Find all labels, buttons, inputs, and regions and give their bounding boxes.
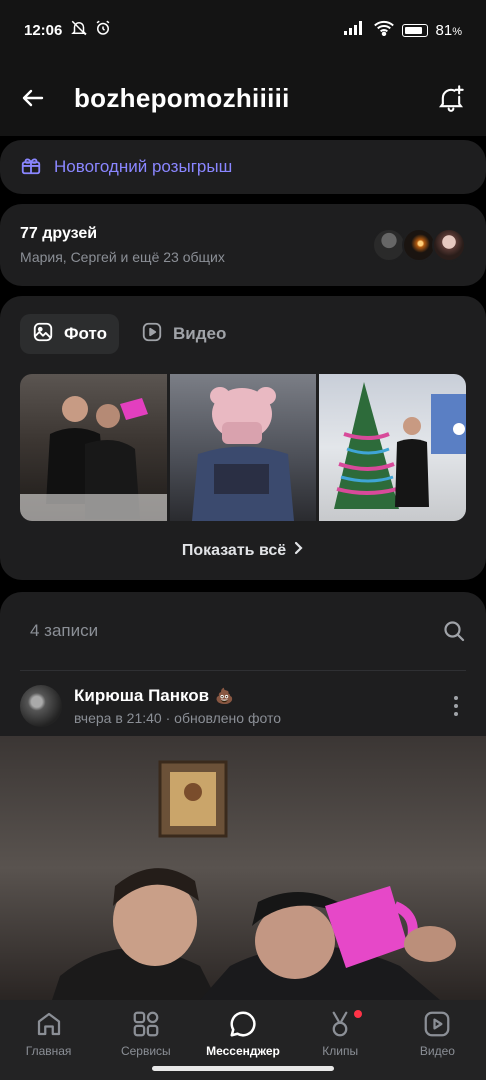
- video-icon: [421, 1008, 453, 1040]
- add-friend-bell-icon[interactable]: [436, 83, 466, 113]
- avatar: [372, 228, 406, 262]
- search-icon[interactable]: [442, 619, 466, 643]
- chevron-right-icon: [294, 541, 304, 560]
- show-all-label: Показать всё: [181, 541, 287, 559]
- photo-thumbnail[interactable]: [319, 374, 466, 521]
- post-timestamp: вчера в 21:40 · обновлено фото: [74, 710, 281, 726]
- posts-count: 4 записи: [30, 621, 99, 640]
- giveaway-banner[interactable]: Новогодний розыгрыш: [0, 140, 486, 194]
- media-card: Фото Видео Показать всё: [0, 296, 486, 580]
- friends-card[interactable]: 77 друзей Мария, Сергей и ещё 23 общих: [0, 204, 486, 286]
- photo-grid: [20, 374, 466, 521]
- avatar[interactable]: [20, 685, 62, 727]
- avatar: [432, 228, 466, 262]
- battery-level: 81: [435, 21, 453, 39]
- battery-icon: [401, 23, 428, 37]
- status-bar: 12:06 81%: [0, 0, 486, 60]
- more-options-icon[interactable]: [446, 693, 466, 719]
- tab-messenger-label: Мессенджер: [206, 1044, 280, 1058]
- friends-count: 77 друзей: [20, 225, 98, 242]
- services-icon: [130, 1008, 162, 1040]
- tab-video-label: Видео: [419, 1044, 455, 1058]
- tab-photos-label: Фото: [64, 324, 107, 343]
- wifi-icon: [373, 20, 394, 40]
- post-author[interactable]: Кирюша Панков: [74, 686, 209, 706]
- profile-title: bozhepomozhiiiii: [74, 82, 290, 113]
- poop-emoji-icon: 💩: [215, 688, 234, 705]
- tab-videos[interactable]: Видео: [129, 314, 238, 354]
- avatar: [402, 228, 436, 262]
- home-indicator[interactable]: [152, 1066, 334, 1071]
- messenger-icon: [227, 1008, 259, 1040]
- tab-videos-label: Видео: [172, 324, 227, 343]
- profile-header: bozhepomozhiiiii: [0, 60, 486, 136]
- bell-muted-icon: [70, 19, 88, 41]
- photo-thumbnail[interactable]: [20, 374, 167, 521]
- signal-icon: [343, 21, 366, 39]
- photo-icon: [32, 321, 54, 348]
- giveaway-label: Новогодний розыгрыш: [54, 157, 233, 176]
- status-time: 12:06: [24, 21, 63, 39]
- tab-home-label: Главная: [25, 1044, 72, 1058]
- tab-home[interactable]: Главная: [0, 1008, 97, 1080]
- home-icon: [33, 1008, 65, 1040]
- clips-notification-badge: [353, 1010, 362, 1018]
- back-arrow-icon[interactable]: [20, 85, 46, 111]
- clips-icon: [324, 1008, 356, 1040]
- post-header: Кирюша Панков 💩 вчера в 21:40 · обновлен…: [0, 671, 486, 741]
- show-all-photos-button[interactable]: Показать всё: [20, 541, 466, 560]
- tab-services-label: Сервисы: [120, 1044, 171, 1058]
- tab-photos[interactable]: Фото: [20, 314, 119, 354]
- battery-percent-sign: %: [452, 25, 462, 38]
- alarm-icon: [94, 19, 112, 41]
- gift-icon: [20, 154, 42, 181]
- mutual-friends: Мария, Сергей и ещё 23 общих: [20, 249, 225, 265]
- friend-avatars: [372, 228, 466, 262]
- post-photo[interactable]: [0, 736, 486, 1000]
- tab-video[interactable]: Видео: [389, 1008, 486, 1080]
- photo-thumbnail[interactable]: [169, 374, 317, 521]
- video-play-icon: [141, 321, 163, 348]
- tab-clips-label: Клипы: [322, 1044, 359, 1058]
